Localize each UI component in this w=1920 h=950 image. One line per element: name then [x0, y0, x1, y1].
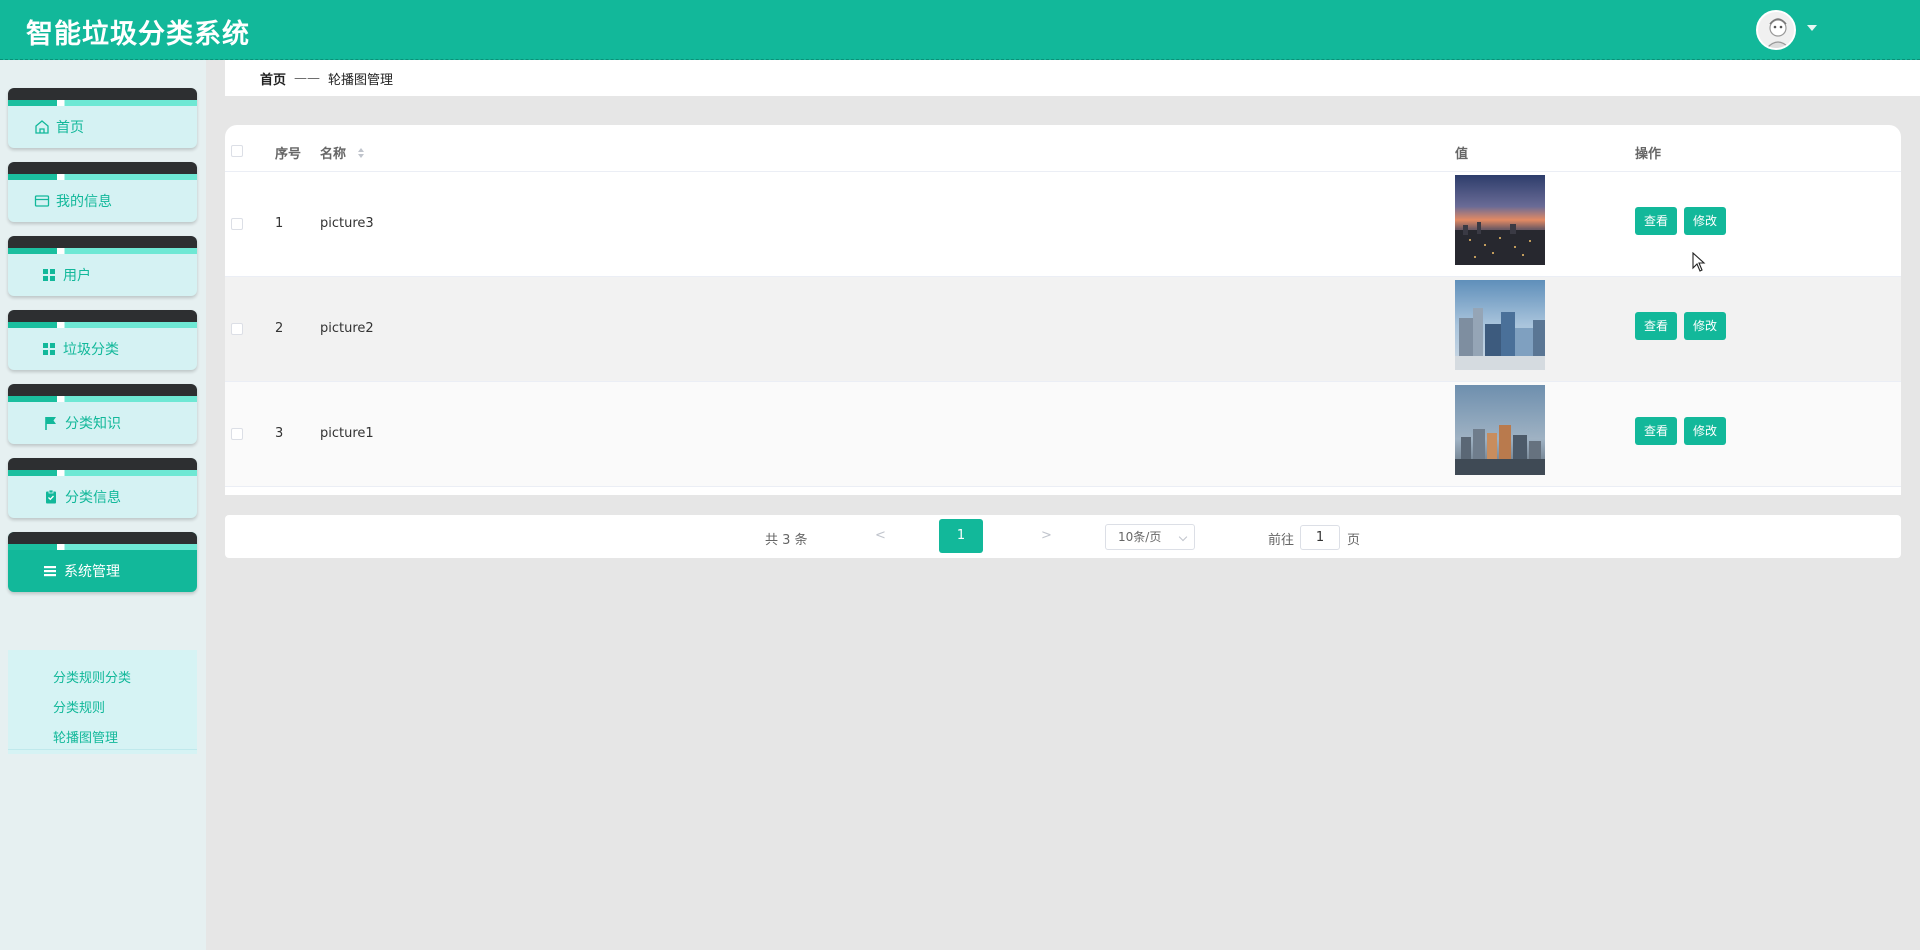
goto-unit: 页: [1347, 533, 1361, 548]
header-value: 值: [1455, 147, 1469, 162]
user-menu-caret-icon[interactable]: [1807, 25, 1817, 31]
header-actions: 操作: [1635, 147, 1662, 162]
system-management-submenu: 分类规则分类 分类规则 轮播图管理: [8, 650, 197, 754]
table-header: 序号 名称 值 操作: [225, 125, 1901, 172]
row-index: 3: [275, 426, 284, 441]
user-avatar[interactable]: [1756, 10, 1796, 50]
table-row: 2 picture2 查看 修改: [225, 277, 1901, 382]
sidebar-item-label: 我的信息: [56, 194, 112, 210]
sidebar-item-my-info[interactable]: 我的信息: [8, 162, 197, 222]
city-sunset-image[interactable]: [1455, 175, 1545, 265]
sidebar-item-label: 分类信息: [65, 490, 121, 506]
header-index: 序号: [275, 147, 302, 162]
row-name: picture2: [320, 321, 374, 336]
header-name-label: 名称: [320, 147, 347, 162]
sidebar-item-label: 分类知识: [65, 416, 121, 432]
edit-button[interactable]: 修改: [1684, 417, 1727, 445]
breadcrumb-current: 轮播图管理: [328, 72, 394, 88]
sidebar-item-label: 首页: [56, 120, 84, 136]
page-number-button[interactable]: 1: [939, 519, 983, 553]
home-icon: [34, 119, 50, 135]
breadcrumb-separator: ——: [294, 70, 321, 86]
avatar-icon: [1758, 12, 1794, 48]
breadcrumb-home[interactable]: 首页: [260, 69, 286, 88]
edit-button[interactable]: 修改: [1684, 207, 1727, 235]
row-index: 1: [275, 216, 284, 231]
edit-button[interactable]: 修改: [1684, 312, 1727, 340]
table-row: 1 picture3 查看 修改: [225, 172, 1901, 277]
goto-label: 前往: [1268, 533, 1295, 548]
grid-icon: [41, 267, 57, 283]
chevron-down-icon: [1178, 532, 1188, 542]
sidebar-item-system-management[interactable]: 系统管理: [8, 532, 197, 592]
clipboard-icon: [43, 489, 59, 505]
sidebar-item-category-info[interactable]: 分类信息: [8, 458, 197, 518]
menu-list-icon: [42, 563, 58, 579]
table-row: 3 picture1 查看 修改: [225, 382, 1901, 487]
row-name: picture3: [320, 216, 374, 231]
sort-icon[interactable]: [357, 147, 365, 163]
sidebar-item-label: 系统管理: [64, 564, 120, 580]
sidebar-item-users[interactable]: 用户: [8, 236, 197, 296]
prev-page-button[interactable]: <: [875, 528, 886, 543]
page-size-value: 10条/页: [1118, 530, 1162, 544]
data-table: 序号 名称 值 操作 1 picture3 查看 修改 2 picture2 查…: [225, 125, 1901, 495]
sidebar-item-label: 垃圾分类: [63, 342, 119, 358]
app-title: 智能垃圾分类系统: [26, 19, 250, 50]
sidebar-item-knowledge[interactable]: 分类知识: [8, 384, 197, 444]
sidebar-item-home[interactable]: 首页: [8, 88, 197, 148]
top-bar: 智能垃圾分类系统: [0, 0, 1920, 60]
sidebar: 首页 我的信息 用户 垃圾分类 分类知识 分类信息 系统管理 分类规则分类 分类…: [0, 60, 206, 950]
row-name: picture1: [320, 426, 374, 441]
view-button[interactable]: 查看: [1635, 207, 1678, 235]
total-count: 共 3 条: [765, 533, 808, 548]
view-button[interactable]: 查看: [1635, 312, 1678, 340]
city-waterfront-image[interactable]: [1455, 385, 1545, 475]
mouse-cursor-icon: [1692, 251, 1706, 276]
sidebar-item-garbage-category[interactable]: 垃圾分类: [8, 310, 197, 370]
row-checkbox[interactable]: [231, 218, 243, 230]
row-checkbox[interactable]: [231, 428, 243, 440]
grid-icon: [41, 341, 57, 357]
next-page-button[interactable]: >: [1041, 528, 1052, 543]
select-all-checkbox[interactable]: [231, 145, 243, 157]
header-name[interactable]: 名称: [320, 143, 365, 163]
row-checkbox[interactable]: [231, 323, 243, 335]
submenu-item-rule-category[interactable]: 分类规则分类: [53, 667, 131, 686]
card-icon: [34, 193, 50, 209]
view-button[interactable]: 查看: [1635, 417, 1678, 445]
city-buildings-image[interactable]: [1455, 280, 1545, 370]
submenu-item-rules[interactable]: 分类规则: [53, 697, 105, 716]
goto-page-input[interactable]: [1300, 525, 1340, 550]
flag-icon: [43, 415, 59, 431]
breadcrumb: 首页 —— 轮播图管理: [225, 60, 1920, 96]
pagination: 共 3 条 < 1 > 10条/页 前往 页: [225, 515, 1901, 558]
row-index: 2: [275, 321, 284, 336]
page-size-select[interactable]: 10条/页: [1105, 524, 1195, 550]
submenu-item-carousel[interactable]: 轮播图管理: [53, 727, 118, 746]
sidebar-item-label: 用户: [63, 268, 91, 284]
